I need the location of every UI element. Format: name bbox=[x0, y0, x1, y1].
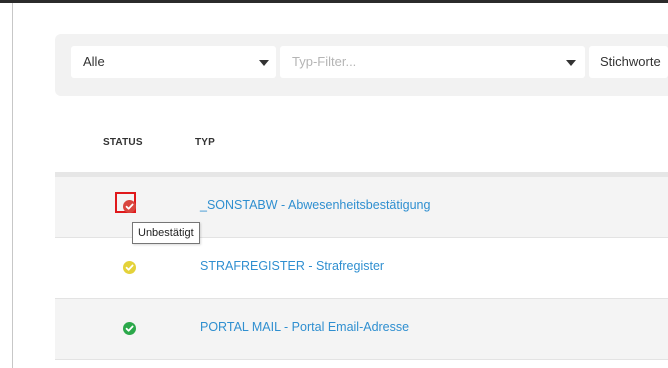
status-confirmed-icon[interactable] bbox=[123, 322, 136, 335]
keywords-filter-value: Stichworte bbox=[600, 54, 661, 69]
column-header-typ[interactable]: TYP bbox=[195, 137, 215, 148]
type-filter-select[interactable]: Typ-Filter... bbox=[280, 46, 585, 78]
table-row: STRAFREGISTER - Strafregister bbox=[55, 238, 668, 299]
keywords-filter-select[interactable]: Stichworte bbox=[589, 46, 668, 78]
table-header: STATUS TYP bbox=[55, 116, 668, 177]
status-filter-value: Alle bbox=[83, 54, 105, 69]
filter-bar: Alle Typ-Filter... Stichworte bbox=[55, 34, 668, 96]
chevron-down-icon[interactable] bbox=[566, 60, 576, 66]
chevron-down-icon[interactable] bbox=[259, 60, 269, 66]
status-filter-select[interactable]: Alle bbox=[71, 46, 276, 78]
status-pending-icon[interactable] bbox=[123, 261, 136, 274]
status-tooltip: Unbestätigt bbox=[132, 222, 200, 244]
column-header-status[interactable]: STATUS bbox=[103, 137, 143, 148]
type-link[interactable]: STRAFREGISTER - Strafregister bbox=[200, 259, 384, 273]
type-link[interactable]: _SONSTABW - Abwesenheitsbestätigung bbox=[200, 198, 430, 212]
type-filter-placeholder: Typ-Filter... bbox=[292, 54, 357, 69]
table-row: PORTAL MAIL - Portal Email-Adresse bbox=[55, 299, 668, 360]
type-link[interactable]: PORTAL MAIL - Portal Email-Adresse bbox=[200, 320, 409, 334]
status-unconfirmed-icon[interactable] bbox=[123, 200, 136, 213]
